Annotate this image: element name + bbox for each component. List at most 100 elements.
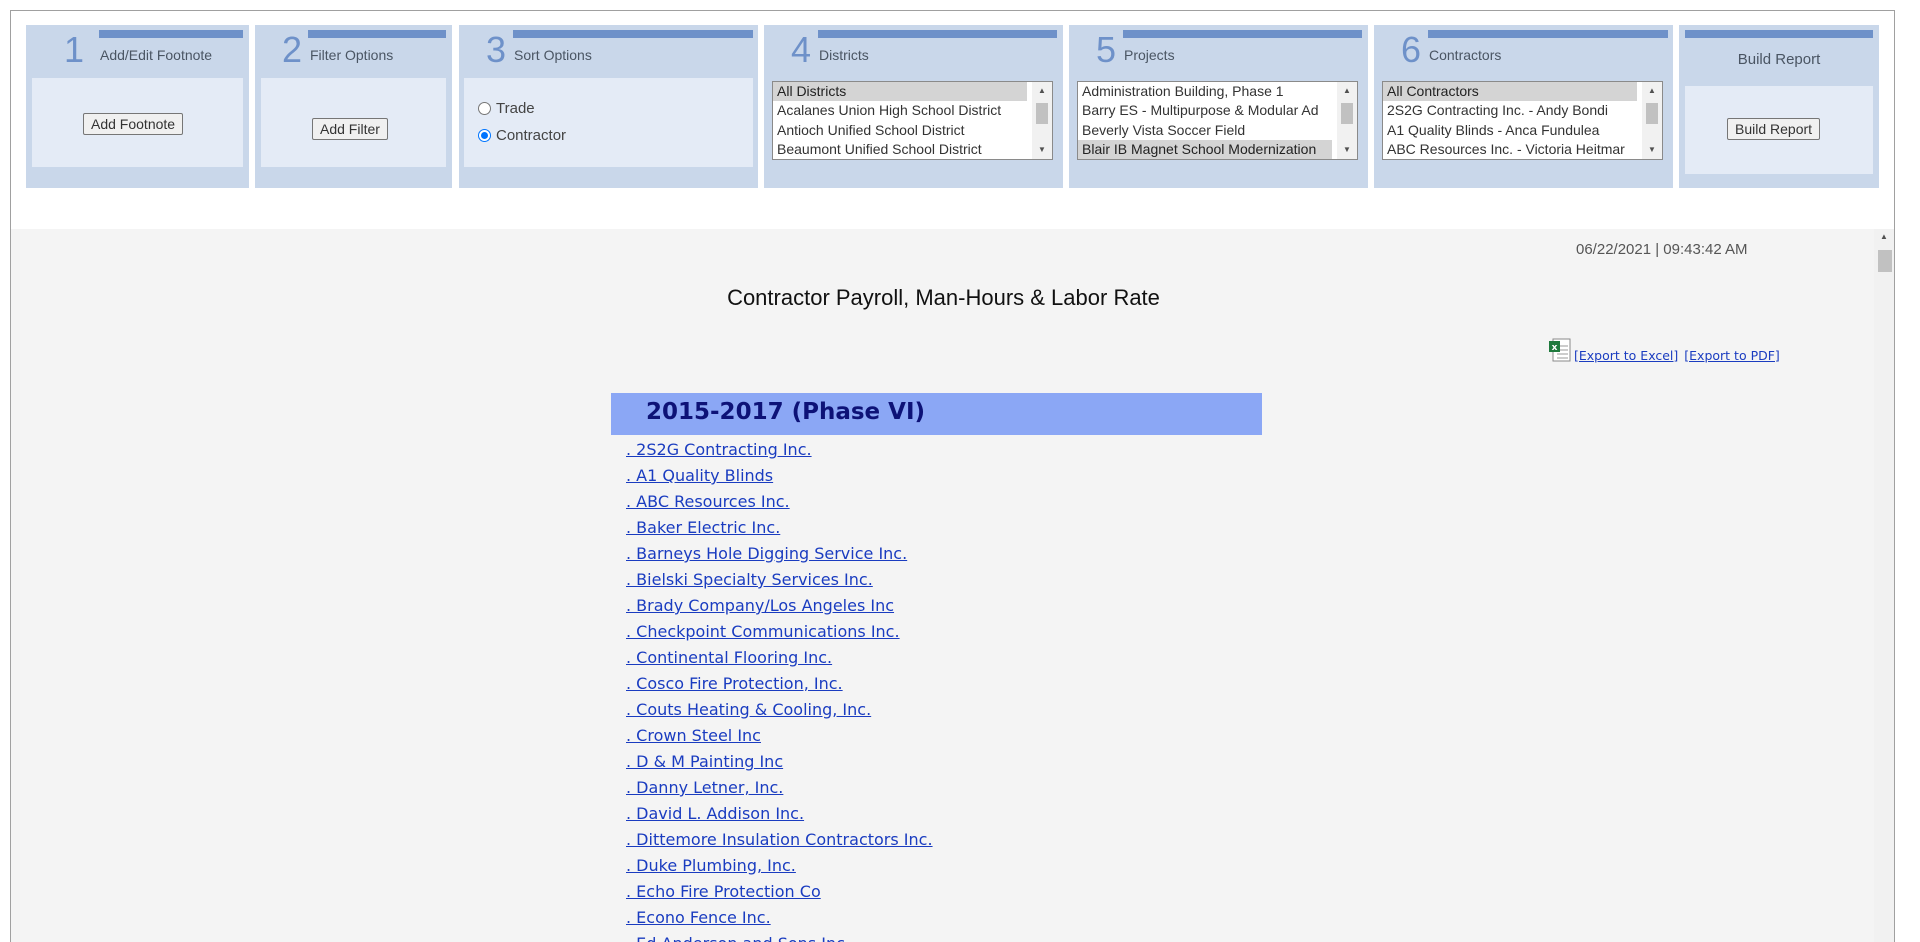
- contractor-link[interactable]: . Crown Steel Inc: [626, 725, 933, 751]
- contractor-link[interactable]: . A1 Quality Blinds: [626, 465, 933, 491]
- contractor-link[interactable]: . Barneys Hole Digging Service Inc.: [626, 543, 933, 569]
- contractor-link[interactable]: . Cosco Fire Protection, Inc.: [626, 673, 933, 699]
- contractors-listbox[interactable]: All Contractors 2S2G Contracting Inc. - …: [1382, 81, 1663, 160]
- panel-footnote: 1 Add/Edit Footnote Add Footnote: [26, 25, 249, 188]
- svg-text:x: x: [1552, 343, 1558, 353]
- panel-accent-bar: [513, 30, 753, 38]
- contractor-link[interactable]: . ABC Resources Inc.: [626, 491, 933, 517]
- scrollbar-thumb[interactable]: [1646, 103, 1658, 124]
- panel-accent-bar: [1428, 30, 1668, 38]
- contractor-link[interactable]: . Duke Plumbing, Inc.: [626, 855, 933, 881]
- excel-icon: x: [1549, 338, 1571, 362]
- list-item[interactable]: Beaumont Unified School District: [773, 140, 1027, 159]
- report-title: Contractor Payroll, Man-Hours & Labor Ra…: [727, 285, 1160, 310]
- contractor-link[interactable]: . Brady Company/Los Angeles Inc: [626, 595, 933, 621]
- contractor-link[interactable]: . Couts Heating & Cooling, Inc.: [626, 699, 933, 725]
- contractor-link[interactable]: . 2S2G Contracting Inc.: [626, 439, 933, 465]
- step-number: 4: [791, 29, 812, 70]
- contractor-link[interactable]: . Danny Letner, Inc.: [626, 777, 933, 803]
- contractor-link[interactable]: . Checkpoint Communications Inc.: [626, 621, 933, 647]
- step-number: 5: [1096, 29, 1117, 70]
- contractor-link[interactable]: . David L. Addison Inc.: [626, 803, 933, 829]
- list-item[interactable]: Acalanes Union High School District: [773, 101, 1027, 120]
- panel-title: Contractors: [1429, 47, 1502, 63]
- phase-title: 2015-2017 (Phase VI): [646, 399, 926, 425]
- step-number: 1: [64, 29, 85, 70]
- districts-listbox[interactable]: All Districts Acalanes Union High School…: [772, 81, 1053, 160]
- sort-option-contractor[interactable]: Contractor: [478, 127, 566, 144]
- scrollbar-thumb[interactable]: [1036, 103, 1048, 124]
- contractor-link[interactable]: . Econo Fence Inc.: [626, 907, 933, 933]
- panel-accent-bar: [99, 30, 243, 38]
- projects-listbox[interactable]: Administration Building, Phase 1 Barry E…: [1077, 81, 1358, 160]
- panel-accent-bar: [818, 30, 1057, 38]
- listbox-scrollbar[interactable]: ▲ ▼: [1642, 82, 1662, 159]
- step-number: 6: [1401, 29, 1422, 70]
- panel-districts: 4 Districts All Districts Acalanes Union…: [764, 25, 1063, 188]
- panel-title: Projects: [1124, 47, 1175, 63]
- panel-body: Add Filter: [261, 78, 446, 167]
- sort-option-trade[interactable]: Trade: [478, 100, 535, 117]
- scroll-up-icon[interactable]: ▲: [1874, 232, 1894, 241]
- list-item[interactable]: All Districts: [773, 82, 1027, 102]
- scroll-up-icon[interactable]: ▲: [1642, 83, 1662, 99]
- contractor-link[interactable]: . Bielski Specialty Services Inc.: [626, 569, 933, 595]
- panel-sort: 3 Sort Options Trade Contractor: [459, 25, 758, 188]
- scroll-up-icon[interactable]: ▲: [1337, 83, 1357, 99]
- export-links: x [Export to Excel] [Export to PDF]: [1548, 337, 1786, 363]
- report-builder-toolbar: 1 Add/Edit Footnote Add Footnote 2 Filte…: [10, 10, 1895, 231]
- panel-title: Sort Options: [514, 47, 592, 63]
- panel-body: Build Report: [1685, 86, 1873, 174]
- panel-body: Add Footnote: [32, 78, 243, 167]
- listbox-scrollbar[interactable]: ▲ ▼: [1337, 82, 1357, 159]
- list-item[interactable]: Antioch Unified School District: [773, 121, 1027, 140]
- add-footnote-button[interactable]: Add Footnote: [83, 113, 184, 135]
- add-filter-button[interactable]: Add Filter: [312, 118, 388, 140]
- list-item[interactable]: Barry ES - Multipurpose & Modular Ad: [1078, 101, 1332, 120]
- panel-accent-bar: [1685, 30, 1873, 38]
- panel-accent-bar: [1123, 30, 1362, 38]
- panel-build-report: Build Report Build Report: [1679, 25, 1879, 188]
- list-item[interactable]: A1 Quality Blinds - Anca Fundulea: [1383, 121, 1637, 140]
- scrollbar-thumb[interactable]: [1878, 250, 1892, 272]
- report-view: 06/22/2021 | 09:43:42 AM Contractor Payr…: [10, 229, 1895, 942]
- listbox-scrollbar[interactable]: ▲ ▼: [1032, 82, 1052, 159]
- step-number: 2: [282, 29, 303, 70]
- scroll-down-icon[interactable]: ▼: [1642, 142, 1662, 158]
- contractor-link[interactable]: . D & M Painting Inc: [626, 751, 933, 777]
- panel-title: Add/Edit Footnote: [100, 47, 213, 63]
- trade-radio-label: Trade: [496, 100, 535, 117]
- scroll-down-icon[interactable]: ▼: [1337, 142, 1357, 158]
- list-item[interactable]: Blair IB Magnet School Modernization: [1078, 140, 1332, 159]
- contractor-list: . 2S2G Contracting Inc.. A1 Quality Blin…: [626, 439, 933, 942]
- list-item[interactable]: Administration Building, Phase 1: [1078, 82, 1332, 101]
- contractor-radio-label: Contractor: [496, 127, 567, 144]
- report-scrollbar[interactable]: ▲: [1874, 229, 1894, 942]
- contractor-link[interactable]: . Echo Fire Protection Co: [626, 881, 933, 907]
- trade-radio[interactable]: [478, 102, 491, 115]
- build-report-button[interactable]: Build Report: [1727, 118, 1821, 140]
- panel-projects: 5 Projects Administration Building, Phas…: [1069, 25, 1368, 188]
- contractor-link[interactable]: . Dittemore Insulation Contractors Inc.: [626, 829, 933, 855]
- scroll-down-icon[interactable]: ▼: [1032, 142, 1052, 158]
- contractor-link[interactable]: . Baker Electric Inc.: [626, 517, 933, 543]
- list-item[interactable]: All Contractors: [1383, 82, 1637, 102]
- scrollbar-thumb[interactable]: [1341, 103, 1353, 124]
- step-number: 3: [486, 29, 507, 70]
- list-item[interactable]: 2S2G Contracting Inc. - Andy Bondi: [1383, 101, 1637, 120]
- contractor-link[interactable]: . Continental Flooring Inc.: [626, 647, 933, 673]
- panel-accent-bar: [308, 30, 446, 38]
- panel-body: Trade Contractor: [464, 78, 753, 167]
- report-timestamp: 06/22/2021 | 09:43:42 AM: [1576, 241, 1748, 258]
- export-pdf-link[interactable]: [Export to PDF]: [1684, 348, 1780, 363]
- panel-title: Filter Options: [310, 47, 394, 63]
- scroll-up-icon[interactable]: ▲: [1032, 83, 1052, 99]
- phase-header: 2015-2017 (Phase VI): [611, 393, 1262, 435]
- list-item[interactable]: Beverly Vista Soccer Field: [1078, 121, 1332, 140]
- panel-title: Districts: [819, 47, 869, 63]
- contractor-link[interactable]: . Ed Anderson and Sons Inc: [626, 933, 933, 942]
- panel-contractors: 6 Contractors All Contractors 2S2G Contr…: [1374, 25, 1673, 188]
- list-item[interactable]: ABC Resources Inc. - Victoria Heitmar: [1383, 140, 1637, 159]
- contractor-radio[interactable]: [478, 129, 491, 142]
- export-excel-link[interactable]: [Export to Excel]: [1574, 348, 1678, 363]
